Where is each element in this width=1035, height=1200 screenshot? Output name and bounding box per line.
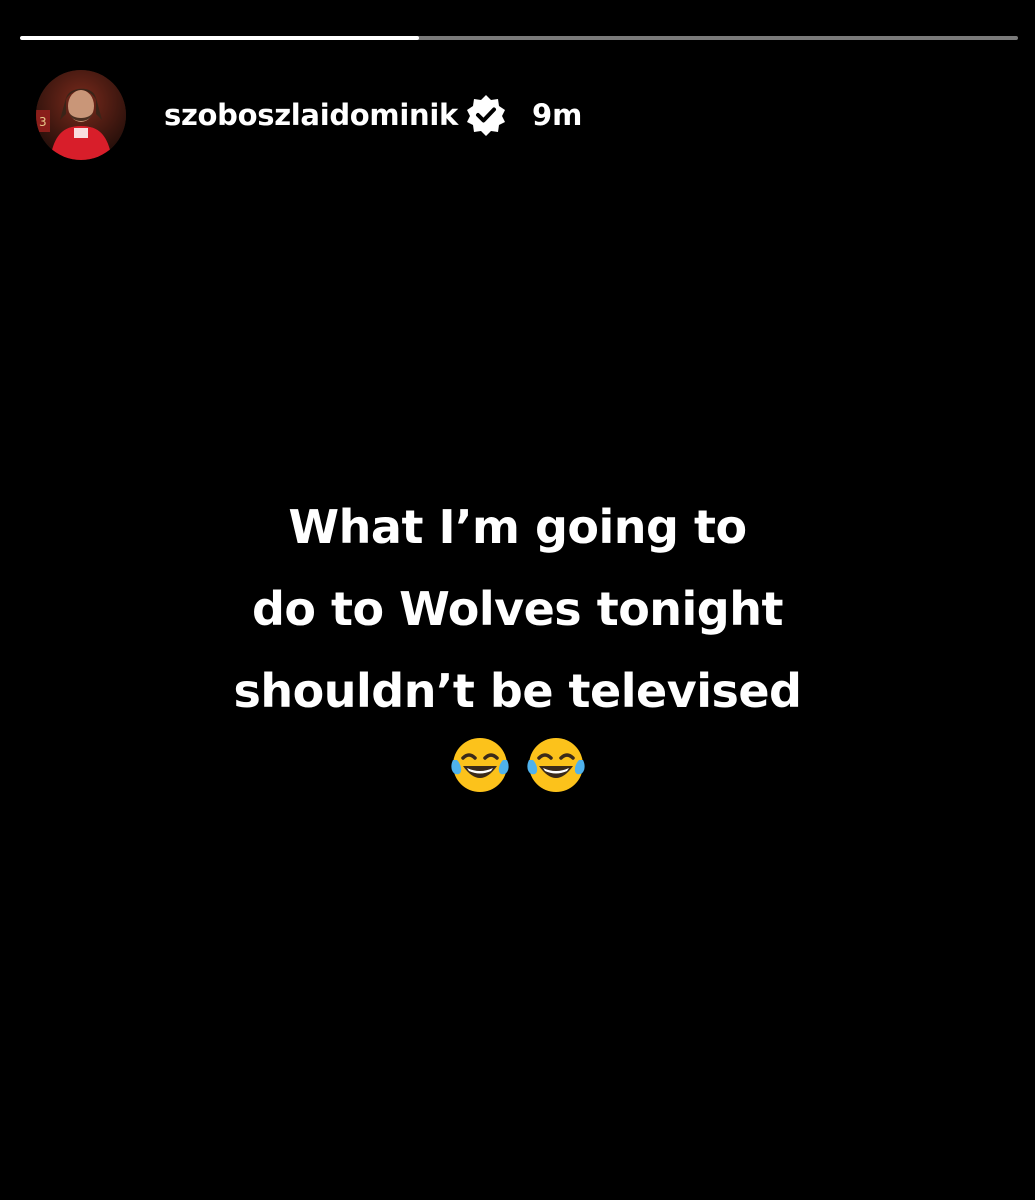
verified-badge-icon (464, 93, 508, 137)
story-progress-bar (20, 36, 1018, 40)
story-text-line: What I’m going to (288, 500, 747, 554)
svg-text:3: 3 (39, 115, 47, 129)
emoji-line (0, 734, 1035, 796)
story-text-block: What I’m going to do to Wolves tonight s… (0, 486, 1035, 796)
story-text-line: do to Wolves tonight (252, 582, 783, 636)
laughing-tears-emoji-icon (525, 734, 587, 796)
avatar[interactable]: 3 (36, 70, 126, 160)
story-progress-fill (20, 36, 420, 40)
story-text-line: shouldn’t be televised (233, 664, 802, 718)
post-time: 9m (531, 98, 583, 132)
username[interactable]: szoboszlaidominik (164, 98, 458, 132)
story-header: 3 szoboszlaidominik 9m (36, 67, 582, 163)
laughing-tears-emoji-icon (449, 734, 511, 796)
